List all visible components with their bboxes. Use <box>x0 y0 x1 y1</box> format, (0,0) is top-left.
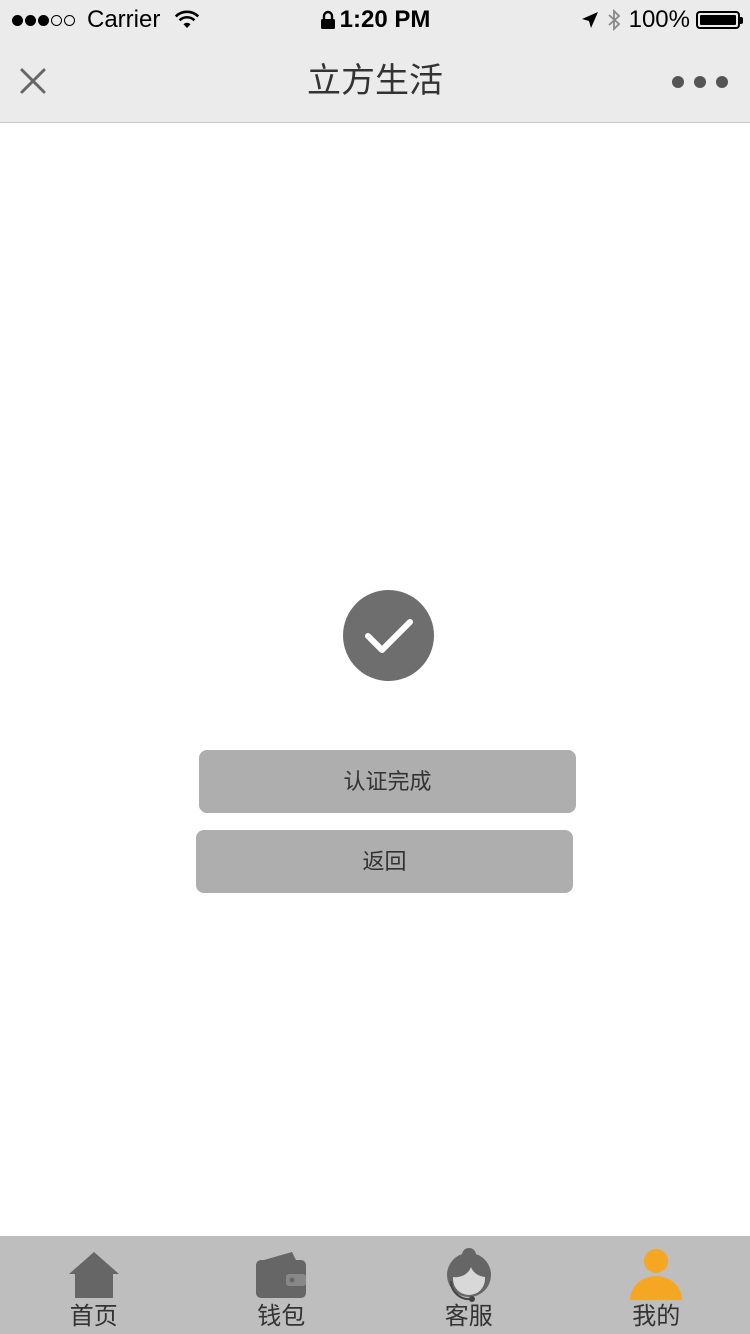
check-circle-icon <box>343 590 434 681</box>
navigation-bar: 立方生活 <box>0 40 750 123</box>
page-title: 立方生活 <box>307 61 443 101</box>
tab-label: 钱包 <box>257 1302 306 1330</box>
lock-icon <box>320 10 336 30</box>
wallet-icon <box>251 1248 311 1302</box>
bluetooth-icon <box>607 8 621 32</box>
tab-label: 客服 <box>444 1302 493 1330</box>
back-button[interactable]: 返回 <box>196 830 573 893</box>
user-icon <box>626 1248 686 1302</box>
customer-service-icon <box>439 1248 499 1302</box>
battery-percent: 100% <box>628 6 690 33</box>
tab-wallet[interactable]: 钱包 <box>188 1236 376 1334</box>
location-arrow-icon <box>581 11 599 29</box>
more-icon <box>672 76 684 88</box>
tab-bar: 首页 钱包 客服 我的 <box>0 1236 750 1334</box>
tab-customer-service[interactable]: 客服 <box>375 1236 563 1334</box>
tab-label: 首页 <box>69 1302 118 1330</box>
tab-label: 我的 <box>632 1302 681 1330</box>
home-icon <box>64 1248 124 1302</box>
battery-icon <box>696 11 743 29</box>
tab-home[interactable]: 首页 <box>0 1236 188 1334</box>
status-time: 1:20 PM <box>339 6 431 33</box>
tab-mine[interactable]: 我的 <box>563 1236 750 1334</box>
screen: Carrier 1:20 PM 100% 立方生活 认证完成 返回 首页 钱包 … <box>0 0 750 1334</box>
status-right: 100% <box>581 6 743 34</box>
verification-complete-button[interactable]: 认证完成 <box>199 750 576 813</box>
more-button[interactable] <box>672 70 728 94</box>
status-bar: Carrier 1:20 PM 100% <box>0 0 750 40</box>
